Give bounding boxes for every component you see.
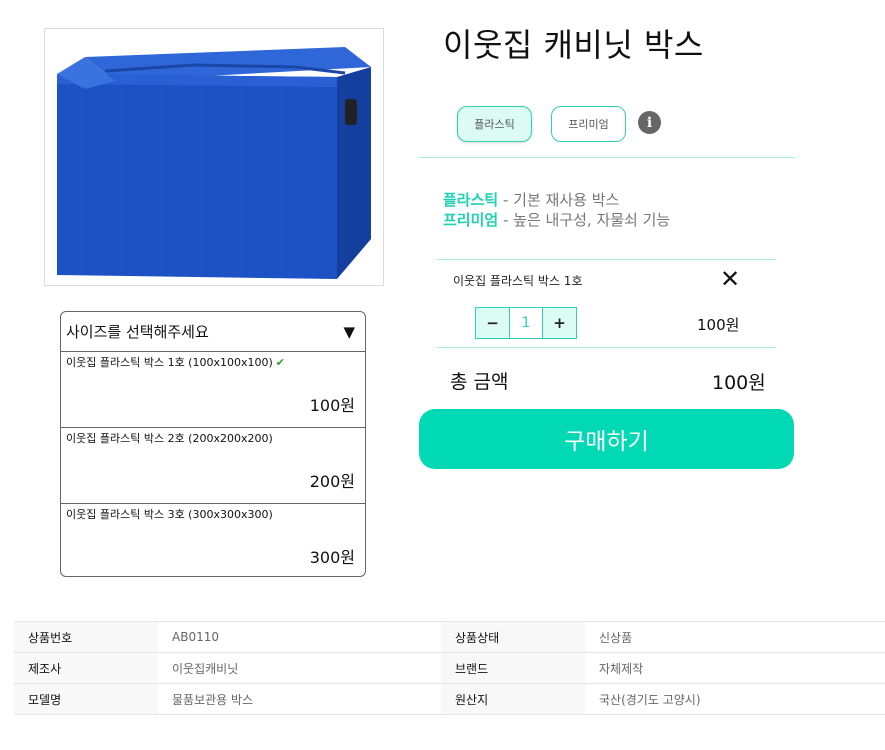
table-header-cell: 상품상태 bbox=[441, 621, 585, 653]
size-option[interactable]: 이웃집 플라스틱 박스 3호 (300x300x300) 300원 bbox=[61, 504, 365, 576]
quantity-decrease-button[interactable]: − bbox=[476, 308, 509, 338]
description-text: - 높은 내구성, 자물쇠 기능 bbox=[498, 211, 671, 229]
table-value-cell: 국산(경기도 고양시) bbox=[585, 683, 885, 715]
table-value-cell: 신상품 bbox=[585, 621, 885, 653]
table-row: 제조사 이웃집캐비닛 브랜드 자체제작 bbox=[14, 652, 885, 684]
info-icon[interactable]: i bbox=[638, 111, 661, 134]
product-title: 이웃집 캐비닛 박스 bbox=[443, 26, 704, 64]
quantity-stepper: − 1 + bbox=[475, 307, 577, 339]
caret-down-icon: ▼ bbox=[343, 322, 355, 341]
selected-item-name: 이웃집 플라스틱 박스 1호 bbox=[453, 274, 583, 288]
section-divider bbox=[419, 157, 794, 158]
table-header-cell: 상품번호 bbox=[14, 621, 158, 653]
table-value-cell: 이웃집캐비닛 bbox=[158, 652, 441, 684]
table-header-cell: 제조사 bbox=[14, 652, 158, 684]
description-keyword: 프리미엄 bbox=[443, 211, 499, 229]
table-header-cell: 원산지 bbox=[441, 683, 585, 715]
product-info-table: 상품번호 AB0110 상품상태 신상품 제조사 이웃집캐비닛 브랜드 자체제작… bbox=[14, 621, 885, 715]
table-row: 상품번호 AB0110 상품상태 신상품 bbox=[14, 621, 885, 653]
description-premium: 프리미엄 - 높은 내구성, 자물쇠 기능 bbox=[443, 209, 670, 230]
buy-button[interactable]: 구매하기 bbox=[419, 409, 794, 469]
total-label: 총 금액 bbox=[450, 371, 509, 393]
type-chip-plastic[interactable]: 플라스틱 bbox=[457, 106, 532, 142]
size-option[interactable]: 이웃집 플라스틱 박스 1호 (100x100x100) ✔ 100원 bbox=[61, 352, 365, 428]
selected-item-divider-bottom bbox=[437, 347, 776, 348]
product-image bbox=[44, 28, 384, 286]
size-option[interactable]: 이웃집 플라스틱 박스 2호 (200x200x200) 200원 bbox=[61, 428, 365, 504]
table-value-cell: 물품보관용 박스 bbox=[158, 683, 441, 715]
table-row: 모델명 물품보관용 박스 원산지 국산(경기도 고양시) bbox=[14, 683, 885, 715]
remove-item-icon[interactable]: ✕ bbox=[719, 265, 741, 293]
table-value-cell: AB0110 bbox=[158, 621, 441, 653]
table-value-cell: 자체제작 bbox=[585, 652, 885, 684]
selected-item-divider-top bbox=[437, 259, 776, 260]
size-option-price: 100원 bbox=[309, 396, 355, 415]
check-icon: ✔ bbox=[275, 356, 285, 369]
table-header-cell: 브랜드 bbox=[441, 652, 585, 684]
total-value: 100원 bbox=[712, 372, 766, 394]
quantity-increase-button[interactable]: + bbox=[543, 308, 576, 338]
size-option-name: 이웃집 플라스틱 박스 1호 (100x100x100) bbox=[66, 356, 273, 369]
selected-item-price: 100원 bbox=[697, 316, 740, 334]
size-option-price: 200원 bbox=[309, 472, 355, 491]
size-option-price: 300원 bbox=[309, 548, 355, 567]
size-option-name: 이웃집 플라스틱 박스 3호 (300x300x300) bbox=[66, 508, 273, 521]
size-select: 사이즈를 선택해주세요 ▼ 이웃집 플라스틱 박스 1호 (100x100x10… bbox=[60, 311, 366, 577]
table-header-cell: 모델명 bbox=[14, 683, 158, 715]
description-plastic: 플라스틱 - 기본 재사용 박스 bbox=[443, 189, 619, 210]
size-option-name: 이웃집 플라스틱 박스 2호 (200x200x200) bbox=[66, 432, 273, 445]
quantity-value[interactable]: 1 bbox=[509, 308, 543, 338]
size-select-placeholder: 사이즈를 선택해주세요 bbox=[66, 323, 209, 341]
description-keyword: 플라스틱 bbox=[443, 191, 499, 209]
type-chip-premium[interactable]: 프리미엄 bbox=[551, 106, 626, 142]
size-select-header[interactable]: 사이즈를 선택해주세요 ▼ bbox=[61, 312, 365, 352]
description-text: - 기본 재사용 박스 bbox=[498, 191, 620, 209]
